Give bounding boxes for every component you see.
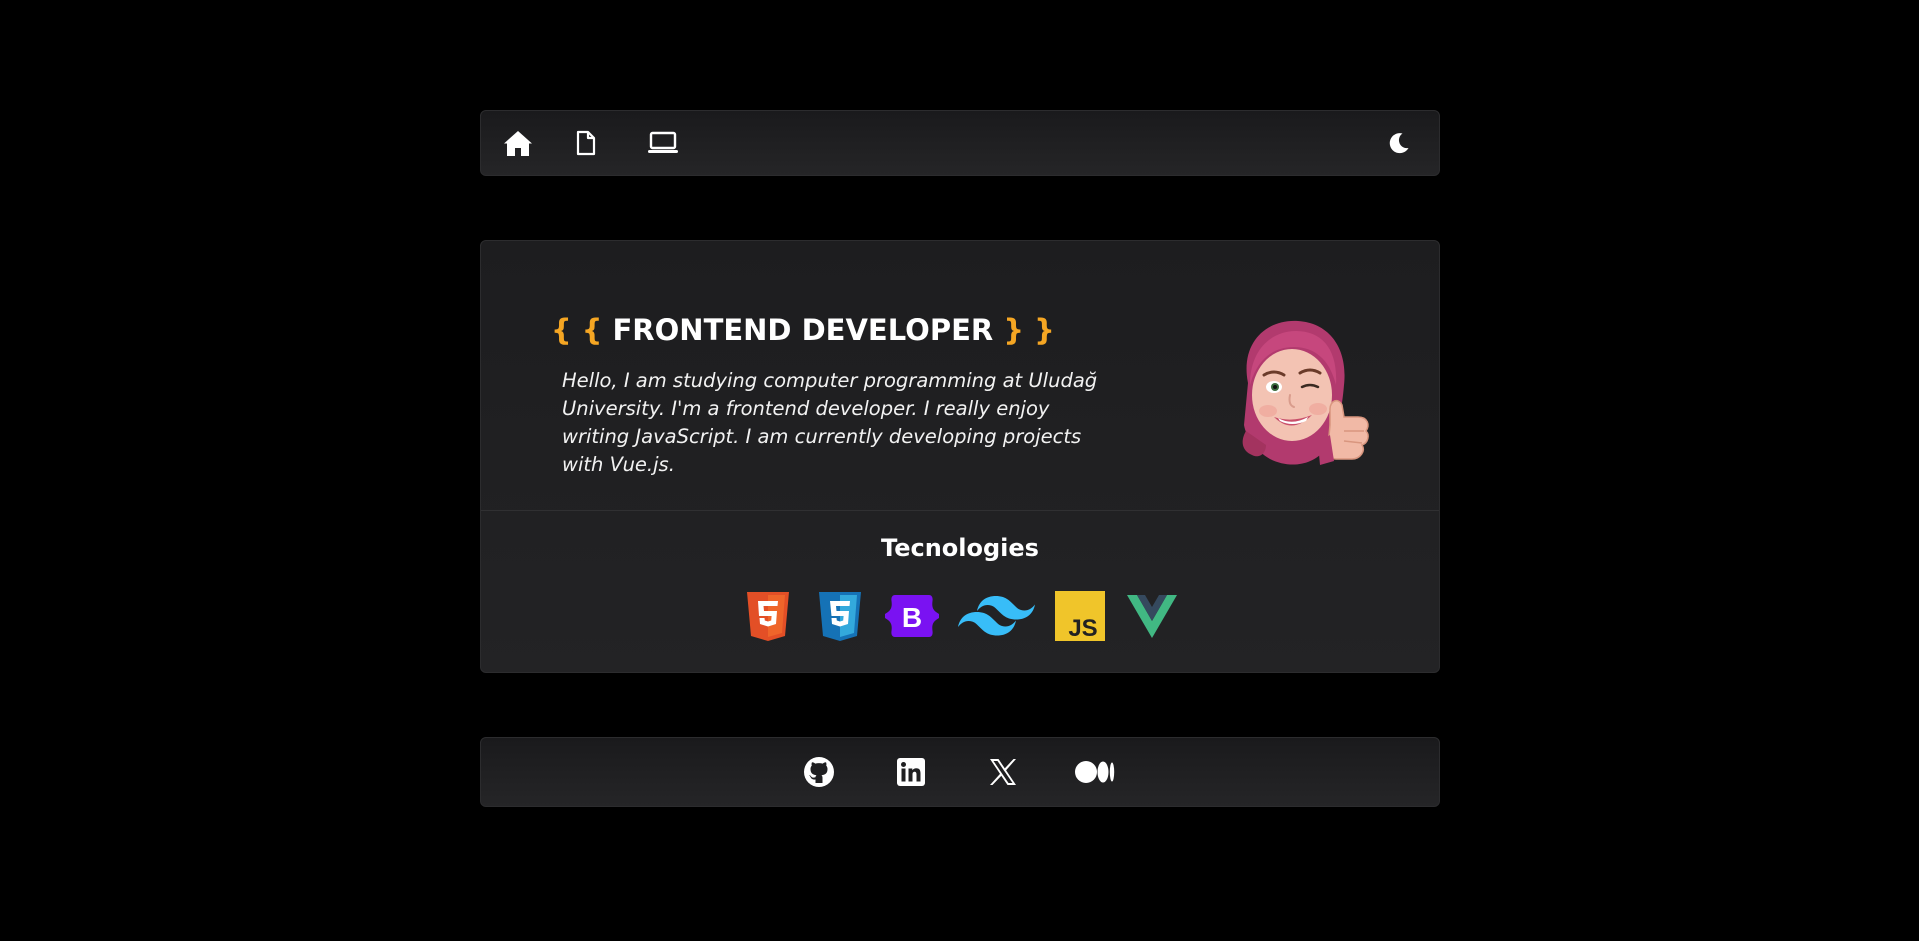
theme-toggle-button[interactable] — [1379, 123, 1419, 163]
memoji-avatar — [1242, 320, 1369, 465]
javascript-icon: JS — [1044, 591, 1116, 641]
technologies-title: Tecnologies — [881, 534, 1039, 562]
x-link[interactable] — [957, 750, 1049, 794]
x-icon — [990, 759, 1016, 785]
svg-text:JS: JS — [1068, 615, 1097, 641]
medium-icon — [1075, 761, 1115, 783]
brace-close: } } — [1003, 313, 1055, 347]
social-footer — [480, 737, 1440, 807]
github-link[interactable] — [773, 750, 865, 794]
hero-description: Hello, I am studying computer programmin… — [562, 369, 1098, 476]
page-title: { { FRONTEND DEVELOPER } } — [551, 313, 1055, 347]
nav-resume-link[interactable] — [575, 123, 647, 163]
css3-icon — [804, 591, 876, 641]
medium-link[interactable] — [1049, 750, 1141, 794]
nav-home-link[interactable] — [503, 123, 575, 163]
top-navbar — [480, 110, 1440, 176]
nav-links — [503, 123, 719, 163]
tailwind-icon — [948, 592, 1044, 640]
title-text: FRONTEND DEVELOPER — [612, 313, 994, 347]
brace-open: { { — [551, 313, 603, 347]
github-icon — [804, 757, 834, 787]
technologies-section: Tecnologies B JS — [481, 511, 1439, 672]
nav-projects-link[interactable] — [647, 123, 719, 163]
vue-icon — [1116, 594, 1188, 638]
moon-icon — [1389, 133, 1409, 154]
hero-section: { { FRONTEND DEVELOPER } } Hello, I am s… — [481, 241, 1439, 511]
profile-card: { { FRONTEND DEVELOPER } } Hello, I am s… — [480, 240, 1440, 673]
bootstrap-icon: B — [876, 591, 948, 641]
svg-text:B: B — [902, 602, 922, 633]
laptop-icon — [648, 131, 678, 153]
html5-icon — [732, 591, 804, 641]
document-icon — [576, 130, 596, 156]
home-icon — [504, 131, 532, 156]
linkedin-icon — [897, 758, 925, 786]
linkedin-link[interactable] — [865, 750, 957, 794]
technologies-list: B JS — [481, 591, 1439, 641]
social-links — [773, 750, 1141, 794]
